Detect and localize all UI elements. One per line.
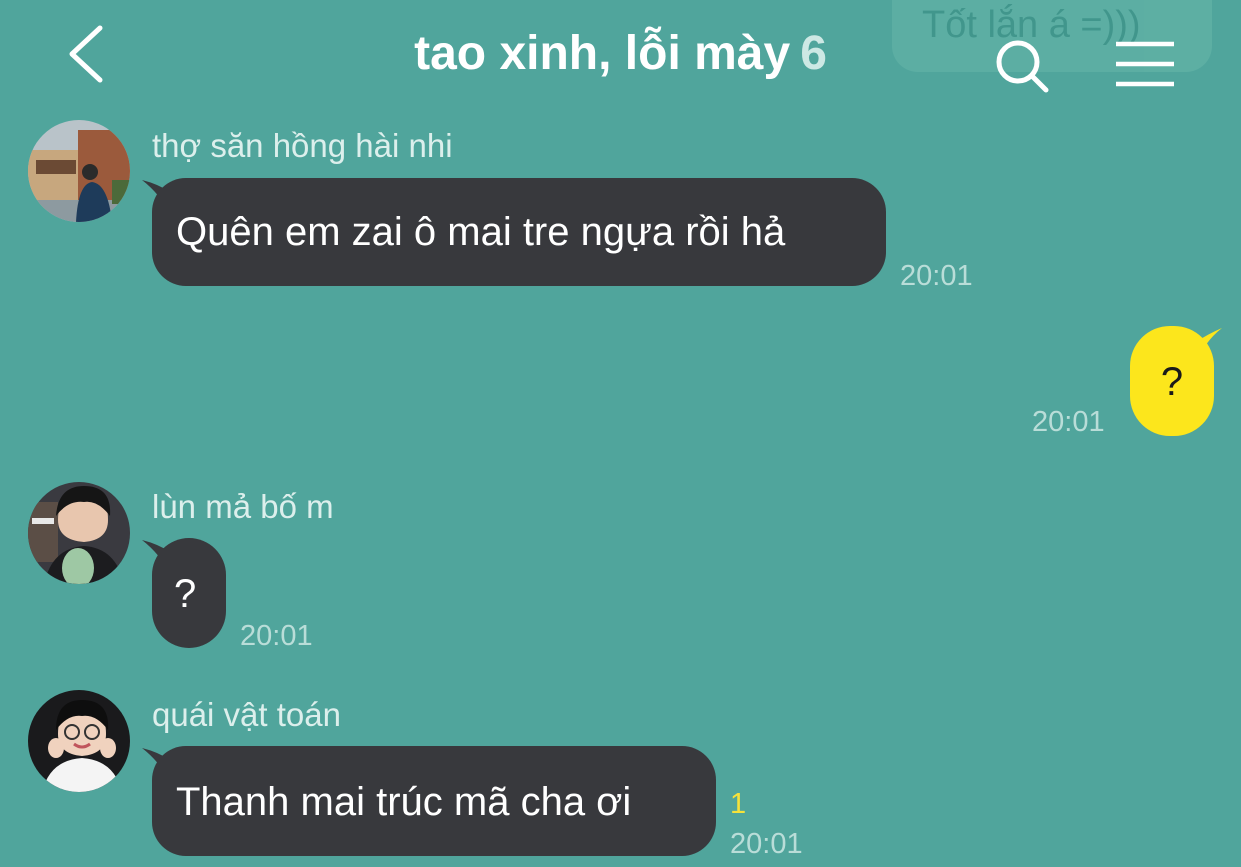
sender-name: thợ săn hồng hài nhi — [152, 127, 453, 164]
message-time: 20:01 — [240, 620, 313, 652]
avatar-photo — [28, 120, 130, 222]
menu-button[interactable] — [1112, 40, 1178, 90]
sender-name: lùn mả bố m — [152, 488, 334, 525]
avatar[interactable] — [28, 120, 130, 222]
message-text: ? — [1160, 360, 1184, 404]
message-bubble[interactable]: Quên em zai ô mai tre ngựa rồi hả — [152, 178, 886, 286]
avatar[interactable] — [28, 482, 130, 584]
message-text: Quên em zai ô mai tre ngựa rồi hả — [176, 210, 786, 254]
message-bubble[interactable]: Thanh mai trúc mã cha ơi — [152, 746, 716, 856]
message-text: ? — [174, 572, 197, 616]
avatar-photo — [28, 482, 130, 584]
my-message-bubble[interactable]: ? — [1130, 326, 1214, 436]
message-time: 20:01 — [900, 260, 973, 292]
message-text: Thanh mai trúc mã cha ơi — [176, 780, 632, 824]
search-button[interactable] — [990, 36, 1056, 98]
unread-count: 1 — [730, 788, 747, 820]
message-time: 20:01 — [1032, 406, 1105, 438]
hamburger-menu-icon — [1116, 41, 1174, 87]
chat-title: tao xinh, lỗi mày — [414, 27, 791, 80]
member-count: 6 — [800, 27, 827, 80]
avatar-photo — [28, 690, 130, 792]
message-bubble[interactable]: ? — [152, 538, 226, 648]
message-time: 20:01 — [730, 828, 803, 860]
search-icon — [996, 40, 1049, 93]
sender-name: quái vật toán — [152, 696, 341, 733]
avatar[interactable] — [28, 690, 130, 792]
chat-screen: Tốt lắn á =))) tao xinh, lỗi mày 6 thợ s… — [0, 0, 1241, 867]
